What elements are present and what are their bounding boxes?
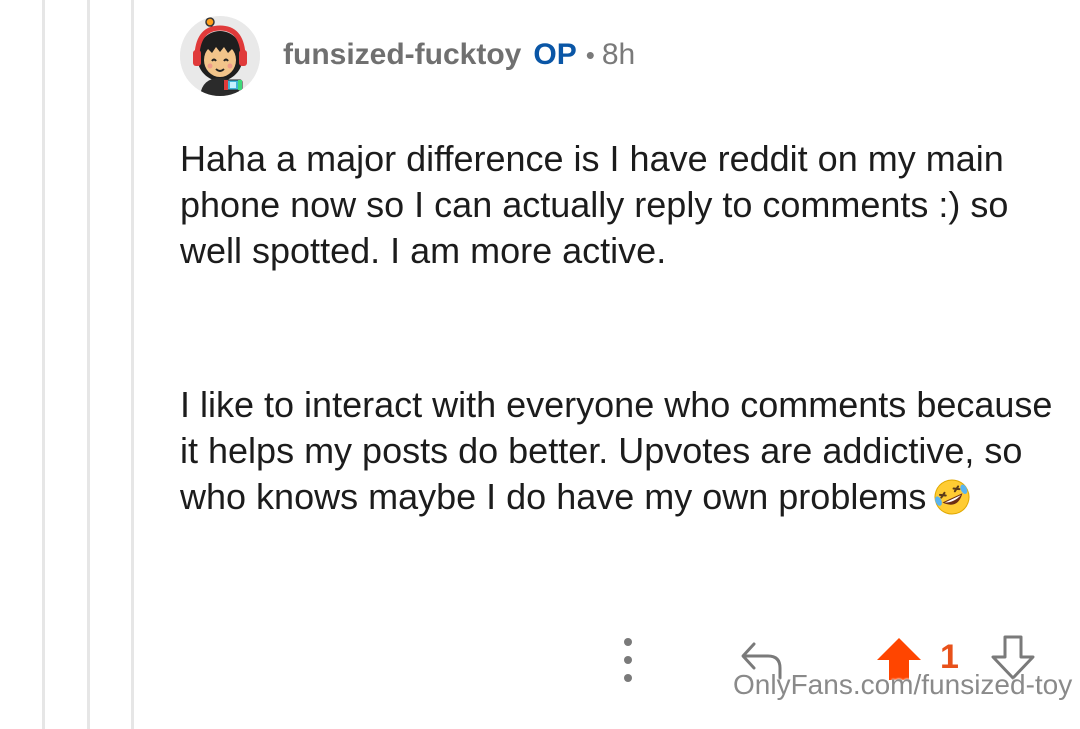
timestamp: 8h: [601, 38, 636, 71]
comment-paragraph: Haha a major difference is I have reddit…: [180, 136, 1060, 274]
comment-meta: funsized-fucktoy OP • 8h: [283, 40, 635, 70]
watermark-text: OnlyFans.com/funsized-toy: [733, 669, 1073, 700]
comment-paragraph: I like to interact with everyone who com…: [180, 382, 1060, 528]
op-badge: OP: [533, 38, 577, 71]
comment-header: funsized-fucktoy OP • 8h: [180, 16, 635, 96]
more-options-button[interactable]: [614, 638, 642, 682]
more-vertical-icon: [624, 656, 632, 664]
cartoon-avatar-icon: [180, 16, 260, 96]
more-vertical-icon: [624, 638, 632, 646]
thread-line[interactable]: [42, 0, 45, 729]
more-vertical-icon: [624, 674, 632, 682]
rolling-on-floor-laughing-emoji-icon: [932, 477, 972, 528]
author-username[interactable]: funsized-fucktoy: [283, 40, 521, 70]
avatar[interactable]: [180, 16, 260, 96]
meta-separator: •: [585, 40, 595, 70]
thread-line[interactable]: [131, 0, 134, 729]
comment-paragraph-text: Haha a major difference is I have reddit…: [180, 138, 1009, 271]
comment-body: Haha a major difference is I have reddit…: [180, 136, 1060, 528]
thread-line[interactable]: [87, 0, 90, 729]
comment-paragraph-text: I like to interact with everyone who com…: [180, 384, 1053, 517]
